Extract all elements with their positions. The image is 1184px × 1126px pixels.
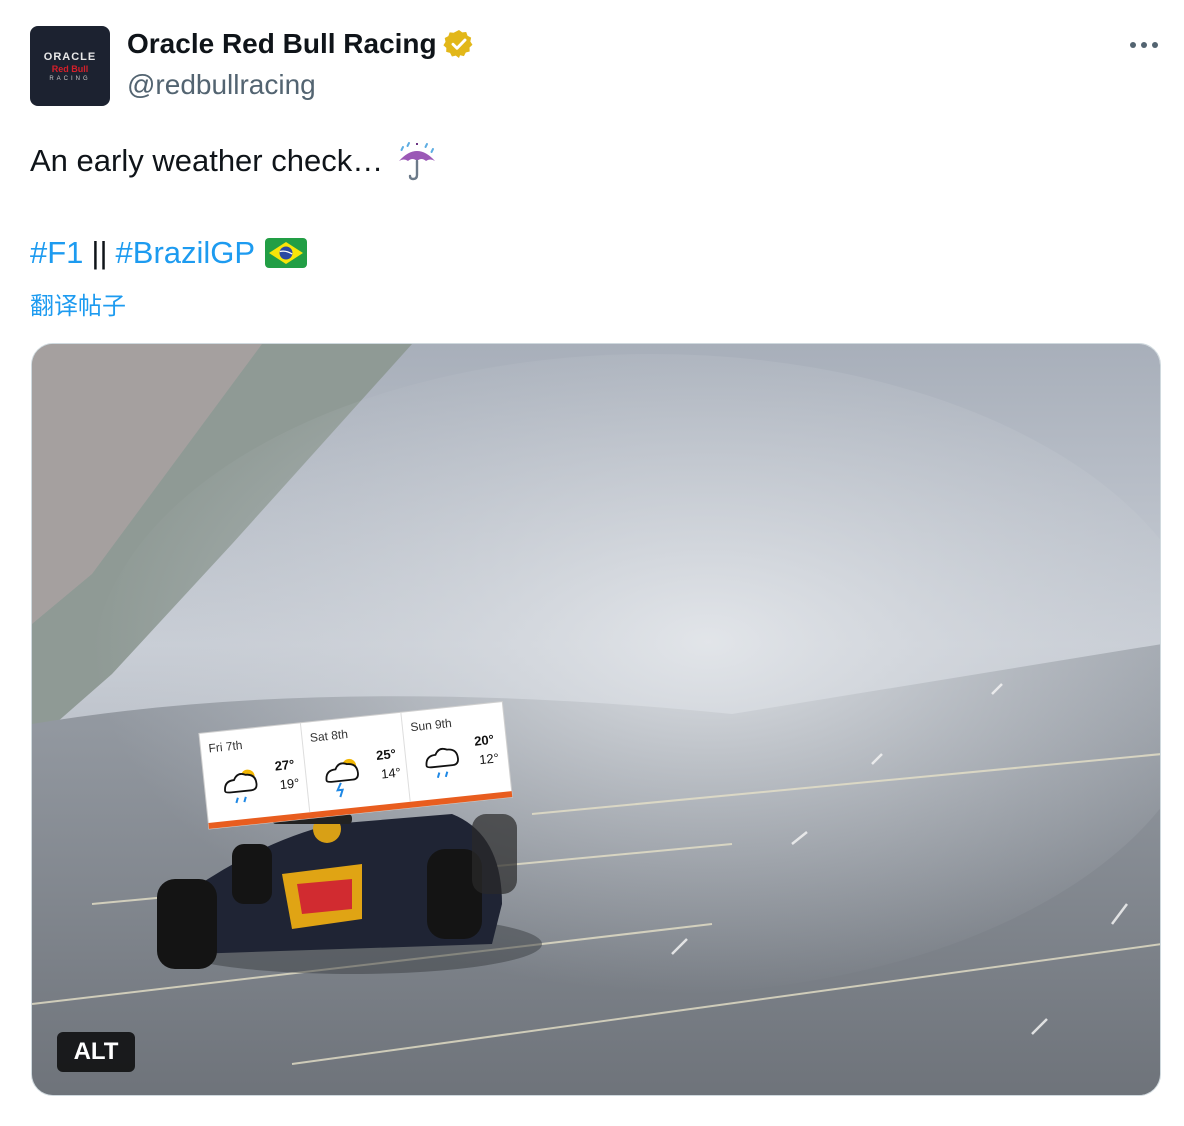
alt-text-badge[interactable]: ALT <box>57 1032 135 1072</box>
tweet-body: An early weather check… <box>30 143 384 178</box>
forecast-day-2-low: 14° <box>380 765 401 782</box>
forecast-day-2-high: 25° <box>375 746 396 763</box>
hashtag-f1[interactable]: #F1 <box>30 235 83 271</box>
author-name-row: Oracle Red Bull Racing <box>127 28 475 60</box>
rain-race-photo: Fri 7th 27° 19° Sat 8th 25° 14° Sun 9th <box>32 344 1160 1095</box>
avatar-line-3: RACING <box>49 75 91 82</box>
forecast-day-1-high: 27° <box>274 757 295 774</box>
translate-post-link[interactable]: 翻译帖子 <box>30 286 126 321</box>
forecast-day-3-low: 12° <box>478 750 499 767</box>
hashtag-row: #F1 || #BrazilGP <box>30 235 308 271</box>
hashtag-brazilgp[interactable]: #BrazilGP <box>116 235 256 271</box>
author-display-name[interactable]: Oracle Red Bull Racing <box>127 28 437 60</box>
author-avatar[interactable]: ORACLE Red Bull RACING <box>30 26 110 106</box>
tweet-text: An early weather check… <box>30 139 439 183</box>
more-options-icon[interactable] <box>1124 30 1164 60</box>
forecast-day-3-high: 20° <box>473 732 494 749</box>
avatar-line-1: ORACLE <box>43 50 97 63</box>
gold-verified-badge-icon[interactable] <box>443 28 475 60</box>
brazil-flag-icon <box>265 238 308 268</box>
author-handle[interactable]: @redbullracing <box>127 69 316 101</box>
umbrella-with-rain-icon <box>399 142 436 181</box>
tweet-media-image[interactable]: Fri 7th 27° 19° Sat 8th 25° 14° Sun 9th <box>31 343 1161 1096</box>
forecast-day-1-low: 19° <box>279 775 300 792</box>
hashtag-separator: || <box>91 235 108 270</box>
avatar-line-2: Red Bull <box>51 63 89 74</box>
